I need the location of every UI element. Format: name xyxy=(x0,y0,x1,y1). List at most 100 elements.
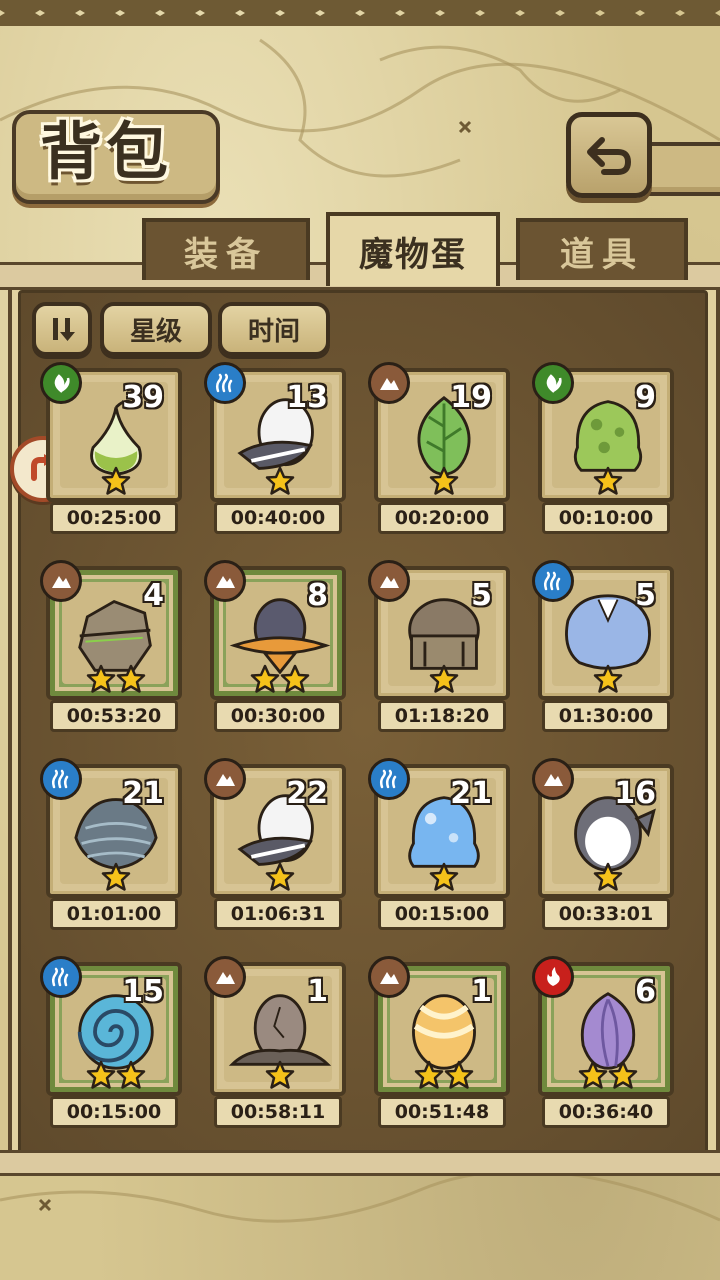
egg-card[interactable]: 13 00:40:00 xyxy=(204,362,346,534)
egg-count: 5 xyxy=(635,578,656,613)
earth-element-icon xyxy=(532,758,574,800)
tab-equipment-label: 装备 xyxy=(184,234,268,275)
egg-count: 9 xyxy=(635,380,656,415)
egg-card[interactable]: 19 00:20:00 xyxy=(368,362,510,534)
star-icon xyxy=(414,1060,444,1089)
egg-count: 4 xyxy=(143,578,164,613)
egg-count: 1 xyxy=(471,974,492,1009)
hatch-timer: 00:40:00 xyxy=(214,502,342,534)
earth-element-icon xyxy=(368,560,410,602)
hatch-timer: 00:33:01 xyxy=(542,898,670,930)
hatch-timer: 00:15:00 xyxy=(378,898,506,930)
egg-count: 6 xyxy=(635,974,656,1009)
egg-card[interactable]: 22 01:06:31 xyxy=(204,758,346,930)
egg-count: 5 xyxy=(471,578,492,613)
earth-element-icon xyxy=(204,560,246,602)
hatch-timer: 01:30:00 xyxy=(542,700,670,732)
egg-star-rating xyxy=(50,664,182,694)
egg-count: 22 xyxy=(286,776,328,811)
earth-element-icon xyxy=(204,758,246,800)
egg-card[interactable]: 4 00:53:20 xyxy=(40,560,182,732)
star-icon xyxy=(593,466,623,495)
hatch-timer: 00:53:20 xyxy=(50,700,178,732)
egg-card[interactable]: 6 00:36:40 xyxy=(532,956,674,1128)
egg-count: 19 xyxy=(450,380,492,415)
nature-element-icon xyxy=(40,362,82,404)
egg-count: 15 xyxy=(122,974,164,1009)
egg-count: 13 xyxy=(286,380,328,415)
sort-order-button[interactable] xyxy=(32,302,92,356)
tab-equipment[interactable]: 装备 xyxy=(142,218,310,280)
sort-order-icon xyxy=(53,318,75,341)
sort-by-time-button[interactable]: 时间 xyxy=(218,302,330,356)
star-icon xyxy=(116,1060,146,1089)
tab-items[interactable]: 道具 xyxy=(516,218,688,280)
egg-count: 21 xyxy=(122,776,164,811)
egg-card[interactable]: 9 00:10:00 xyxy=(532,362,674,534)
egg-card[interactable]: 1 00:58:11 xyxy=(204,956,346,1128)
egg-card[interactable]: 5 01:18:20 xyxy=(368,560,510,732)
star-icon xyxy=(86,1060,116,1089)
egg-card[interactable]: 39 00:25:00 xyxy=(40,362,182,534)
star-icon xyxy=(101,466,131,495)
hatch-timer: 01:06:31 xyxy=(214,898,342,930)
egg-star-rating xyxy=(378,466,510,496)
egg-card[interactable]: 21 01:01:00 xyxy=(40,758,182,930)
egg-count: 16 xyxy=(614,776,656,811)
torn-edge-bottom xyxy=(0,4,720,26)
water-element-icon xyxy=(204,362,246,404)
earth-element-icon xyxy=(368,956,410,998)
hatch-timer: 00:36:40 xyxy=(542,1096,670,1128)
egg-star-rating xyxy=(542,664,674,694)
water-element-icon xyxy=(368,758,410,800)
egg-card[interactable]: 5 01:30:00 xyxy=(532,560,674,732)
hatch-timer: 00:58:11 xyxy=(214,1096,342,1128)
egg-star-rating xyxy=(378,664,510,694)
egg-card[interactable]: 21 00:15:00 xyxy=(368,758,510,930)
egg-card[interactable]: 8 00:30:00 xyxy=(204,560,346,732)
star-icon xyxy=(429,862,459,891)
star-icon xyxy=(265,1060,295,1089)
egg-card[interactable]: 16 00:33:01 xyxy=(532,758,674,930)
egg-count: 39 xyxy=(122,380,164,415)
sort-by-star-button[interactable]: 星级 xyxy=(100,302,212,356)
star-icon xyxy=(429,466,459,495)
egg-card[interactable]: 15 00:15:00 xyxy=(40,956,182,1128)
star-icon xyxy=(265,862,295,891)
star-icon xyxy=(101,862,131,891)
nature-element-icon xyxy=(532,362,574,404)
water-element-icon xyxy=(40,956,82,998)
star-icon xyxy=(578,1060,608,1089)
star-icon xyxy=(116,664,146,693)
egg-star-rating xyxy=(378,1060,510,1090)
egg-star-rating xyxy=(214,862,346,892)
sort-by-time-label: 时间 xyxy=(247,316,300,347)
egg-star-rating xyxy=(214,1060,346,1090)
tab-monster-eggs[interactable]: 魔物蛋 xyxy=(326,212,500,286)
earth-element-icon xyxy=(204,956,246,998)
egg-count: 21 xyxy=(450,776,492,811)
star-icon xyxy=(250,664,280,693)
star-icon xyxy=(593,862,623,891)
star-icon xyxy=(444,1060,474,1089)
tab-items-label: 道具 xyxy=(560,234,644,275)
egg-count: 1 xyxy=(307,974,328,1009)
panel-rail-bottom xyxy=(0,1150,720,1176)
star-icon xyxy=(86,664,116,693)
egg-star-rating xyxy=(542,1060,674,1090)
egg-star-rating xyxy=(50,1060,182,1090)
egg-card[interactable]: 1 00:51:48 xyxy=(368,956,510,1128)
hatch-timer: 00:51:48 xyxy=(378,1096,506,1128)
sort-by-star-label: 星级 xyxy=(129,316,182,347)
egg-star-rating xyxy=(50,862,182,892)
hatch-timer: 00:15:00 xyxy=(50,1096,178,1128)
star-icon xyxy=(608,1060,638,1089)
egg-count: 8 xyxy=(307,578,328,613)
back-button[interactable] xyxy=(566,112,652,198)
egg-star-rating xyxy=(50,466,182,496)
egg-star-rating xyxy=(214,664,346,694)
star-icon xyxy=(593,664,623,693)
egg-star-rating xyxy=(542,466,674,496)
star-icon xyxy=(280,664,310,693)
hatch-timer: 00:20:00 xyxy=(378,502,506,534)
